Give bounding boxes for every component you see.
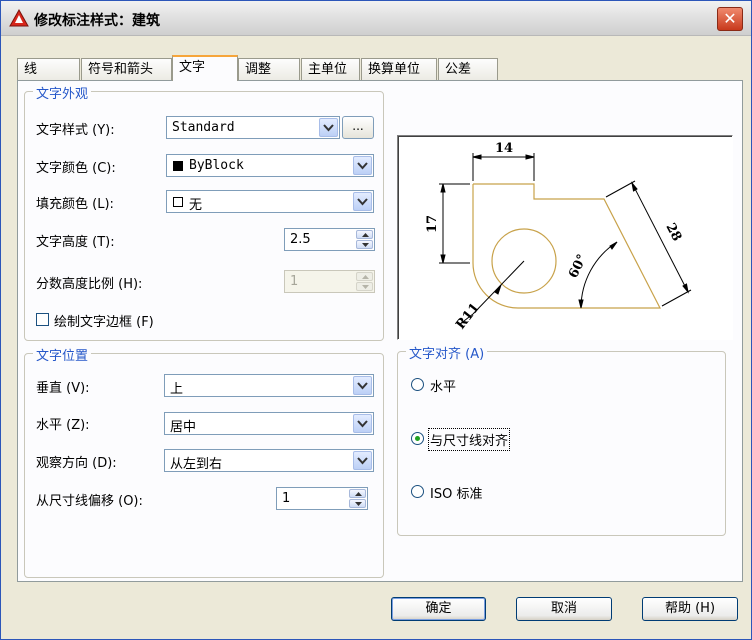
vertical-select[interactable]: 上 xyxy=(164,374,374,397)
offset-spinner[interactable]: 1 xyxy=(276,487,368,510)
dimension-preview-drawing: 14 17 28 60° R11 xyxy=(425,141,692,332)
text-placement-legend: 文字位置 xyxy=(33,345,92,364)
horizontal-value: 居中 xyxy=(170,420,197,435)
view-direction-select[interactable]: 从左到右 xyxy=(164,449,374,472)
view-direction-value: 从左到右 xyxy=(170,457,223,472)
spin-down-icon[interactable] xyxy=(349,499,366,508)
chevron-down-icon[interactable] xyxy=(353,156,372,175)
vertical-value: 上 xyxy=(170,382,184,397)
dim-top-text: 14 xyxy=(495,141,513,156)
ok-button[interactable]: 确定 xyxy=(391,597,486,621)
spin-up-icon[interactable] xyxy=(356,230,373,239)
text-color-label: 文字颜色 (C): xyxy=(36,161,116,176)
fraction-height-value: 1 xyxy=(290,274,299,289)
chevron-down-icon[interactable] xyxy=(319,118,338,137)
dialog-client: 线 符号和箭头 文字 调整 主单位 换算单位 公差 文字外观 文字样式 (Y):… xyxy=(4,36,748,636)
color-swatch-icon xyxy=(173,161,183,171)
align-iso-label: ISO 标准 xyxy=(430,487,483,502)
autocad-logo-icon xyxy=(9,9,29,27)
spin-down-icon xyxy=(356,282,373,291)
align-horizontal-radio[interactable] xyxy=(411,378,424,391)
text-appearance-legend: 文字外观 xyxy=(33,83,92,102)
empty-swatch-icon xyxy=(173,197,183,207)
text-alignment-group: 文字对齐 (A) 水平 与尺寸线对齐 ISO 标准 xyxy=(397,343,726,536)
tab-lines[interactable]: 线 xyxy=(17,58,80,80)
tab-alternate-units[interactable]: 换算单位 xyxy=(361,58,437,80)
dim-radius-text: R11 xyxy=(453,300,483,332)
text-height-spinner[interactable]: 2.5 xyxy=(284,228,375,251)
close-button[interactable]: ✕ xyxy=(717,7,743,31)
tab-text[interactable]: 文字 xyxy=(172,55,238,81)
spin-up-icon[interactable] xyxy=(349,489,366,498)
spin-up-icon xyxy=(356,272,373,281)
view-direction-label: 观察方向 (D): xyxy=(36,456,117,471)
text-style-browse-button[interactable]: ... xyxy=(342,116,374,139)
spin-down-icon[interactable] xyxy=(356,240,373,249)
tab-panel: 文字外观 文字样式 (Y): Standard ... 文字颜色 (C): By… xyxy=(17,80,743,582)
text-height-value: 2.5 xyxy=(290,232,311,247)
chevron-down-icon[interactable] xyxy=(353,192,372,211)
fill-color-label: 填充颜色 (L): xyxy=(36,197,114,212)
text-style-label: 文字样式 (Y): xyxy=(36,123,115,138)
text-color-value: ByBlock xyxy=(189,158,244,173)
text-style-select[interactable]: Standard xyxy=(166,116,340,139)
help-button[interactable]: 帮助 (H) xyxy=(642,597,738,621)
dialog-window: 修改标注样式：建筑 ✕ 线 符号和箭头 文字 调整 主单位 换算单位 公差 文字… xyxy=(0,0,752,640)
dim-slant-text: 28 xyxy=(662,221,684,244)
horizontal-label: 水平 (Z): xyxy=(36,418,90,433)
fill-color-select[interactable]: 无 xyxy=(166,190,374,213)
offset-label: 从尺寸线偏移 (O): xyxy=(36,494,143,509)
text-height-label: 文字高度 (T): xyxy=(36,235,115,250)
dim-left-text: 17 xyxy=(425,215,440,233)
text-appearance-group: 文字外观 文字样式 (Y): Standard ... 文字颜色 (C): By… xyxy=(24,83,384,341)
text-alignment-legend: 文字对齐 (A) xyxy=(406,343,488,362)
cancel-button[interactable]: 取消 xyxy=(516,597,612,621)
offset-value: 1 xyxy=(282,491,291,506)
text-placement-group: 文字位置 垂直 (V): 上 水平 (Z): 居中 观察方向 (D): 从左到右… xyxy=(24,345,384,578)
fill-color-value: 无 xyxy=(189,198,203,213)
tab-fit[interactable]: 调整 xyxy=(238,58,300,80)
align-horizontal-label: 水平 xyxy=(430,380,457,395)
chevron-down-icon[interactable] xyxy=(353,451,372,470)
chevron-down-icon[interactable] xyxy=(353,414,372,433)
horizontal-select[interactable]: 居中 xyxy=(164,412,374,435)
fraction-height-spinner: 1 xyxy=(284,270,375,293)
draw-frame-checkbox[interactable] xyxy=(36,313,49,326)
tab-tolerances[interactable]: 公差 xyxy=(438,58,498,80)
dim-angle-text: 60° xyxy=(566,252,590,281)
tab-symbols-arrows[interactable]: 符号和箭头 xyxy=(81,58,172,80)
title-bar[interactable]: 修改标注样式：建筑 ✕ xyxy=(1,1,751,36)
align-iso-radio[interactable] xyxy=(411,485,424,498)
text-color-select[interactable]: ByBlock xyxy=(166,154,374,177)
vertical-label: 垂直 (V): xyxy=(36,381,90,396)
draw-frame-label: 绘制文字边框 (F) xyxy=(54,315,154,330)
preview-canvas: 14 17 28 60° R11 xyxy=(397,135,733,340)
align-dimension-line-radio[interactable] xyxy=(411,432,424,445)
tab-primary-units[interactable]: 主单位 xyxy=(301,58,360,80)
close-icon: ✕ xyxy=(723,9,737,28)
text-style-value: Standard xyxy=(172,120,235,135)
fraction-height-label: 分数高度比例 (H): xyxy=(36,277,143,292)
align-dimension-line-label: 与尺寸线对齐 xyxy=(427,428,511,451)
dialog-title: 修改标注样式：建筑 xyxy=(34,13,160,29)
chevron-down-icon[interactable] xyxy=(353,376,372,395)
